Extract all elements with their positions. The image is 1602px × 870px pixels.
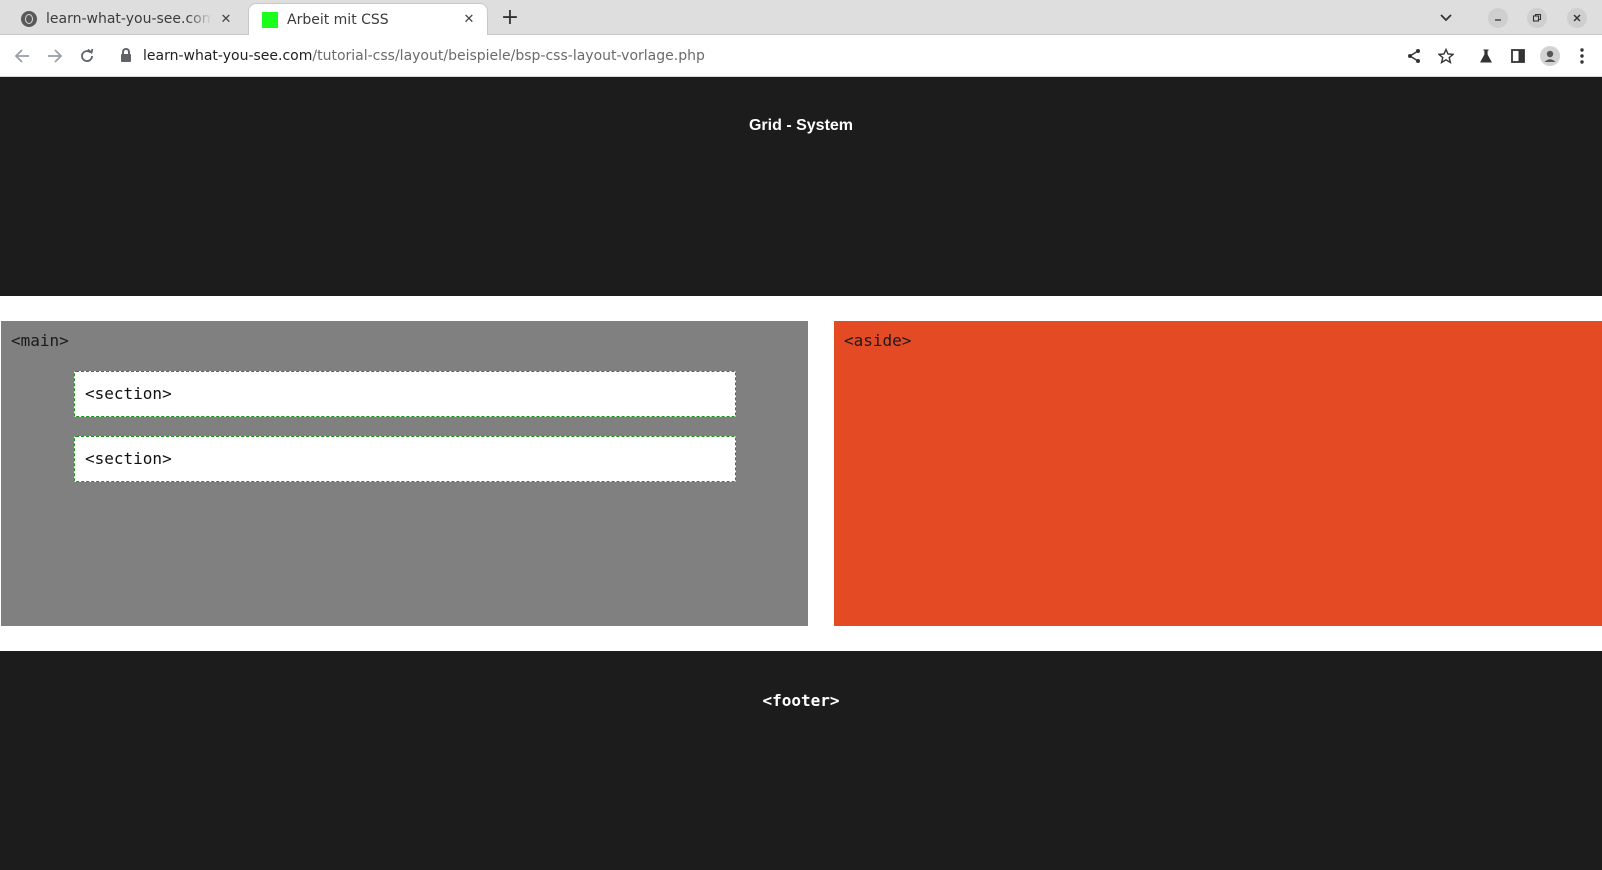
close-window-icon[interactable] bbox=[1567, 8, 1587, 28]
url-host: learn-what-you-see.com bbox=[143, 48, 313, 64]
main-region: <main> <section> <section> bbox=[1, 321, 808, 626]
share-icon[interactable] bbox=[1402, 44, 1426, 68]
aside-region: <aside> bbox=[834, 321, 1602, 626]
aside-label: <aside> bbox=[844, 331, 912, 350]
close-icon[interactable]: ✕ bbox=[461, 12, 477, 28]
new-tab-button[interactable]: + bbox=[498, 6, 522, 30]
menu-kebab-icon[interactable] bbox=[1570, 44, 1594, 68]
address-bar[interactable]: learn-what-you-see.com/tutorial-css/layo… bbox=[143, 45, 705, 67]
section-box: <section> bbox=[74, 371, 736, 417]
tab-title: Arbeit mit CSS bbox=[287, 11, 389, 28]
tab-arbeit-mit-css[interactable]: Arbeit mit CSS ✕ bbox=[248, 3, 488, 35]
tab-title: learn-what-you-see.com bbox=[46, 11, 212, 27]
page-header: Grid - System bbox=[0, 77, 1602, 296]
globe-icon bbox=[21, 11, 37, 27]
labs-flask-icon[interactable] bbox=[1474, 44, 1498, 68]
tab-strip: learn-what-you-see.com ✕ Arbeit mit CSS … bbox=[0, 0, 1602, 35]
bookmark-star-icon[interactable] bbox=[1434, 44, 1458, 68]
back-icon[interactable] bbox=[10, 44, 34, 68]
green-square-icon bbox=[262, 11, 278, 28]
section-label: <section> bbox=[85, 384, 172, 403]
reload-icon[interactable] bbox=[75, 44, 99, 68]
page-footer: <footer> bbox=[0, 651, 1602, 870]
page-title: Grid - System bbox=[748, 117, 854, 134]
close-icon[interactable]: ✕ bbox=[218, 11, 234, 27]
tab-learn-what-you-see[interactable]: learn-what-you-see.com ✕ bbox=[8, 3, 244, 35]
main-label: <main> bbox=[11, 331, 69, 350]
section-box: <section> bbox=[74, 436, 736, 482]
lock-icon[interactable] bbox=[120, 48, 132, 64]
profile-avatar-icon[interactable] bbox=[1538, 44, 1562, 68]
minimize-icon[interactable] bbox=[1488, 8, 1508, 28]
tab-search-icon[interactable] bbox=[1436, 8, 1456, 28]
side-panel-icon[interactable] bbox=[1506, 44, 1530, 68]
restore-icon[interactable] bbox=[1527, 8, 1547, 28]
section-label: <section> bbox=[85, 449, 172, 468]
browser-toolbar: learn-what-you-see.com/tutorial-css/layo… bbox=[0, 35, 1602, 77]
url-path: /tutorial-css/layout/beispiele/bsp-css-l… bbox=[312, 48, 705, 64]
footer-label: <footer> bbox=[762, 691, 840, 710]
page-viewport: Grid - System <main> <section> <section>… bbox=[0, 77, 1602, 870]
forward-icon[interactable] bbox=[43, 44, 67, 68]
